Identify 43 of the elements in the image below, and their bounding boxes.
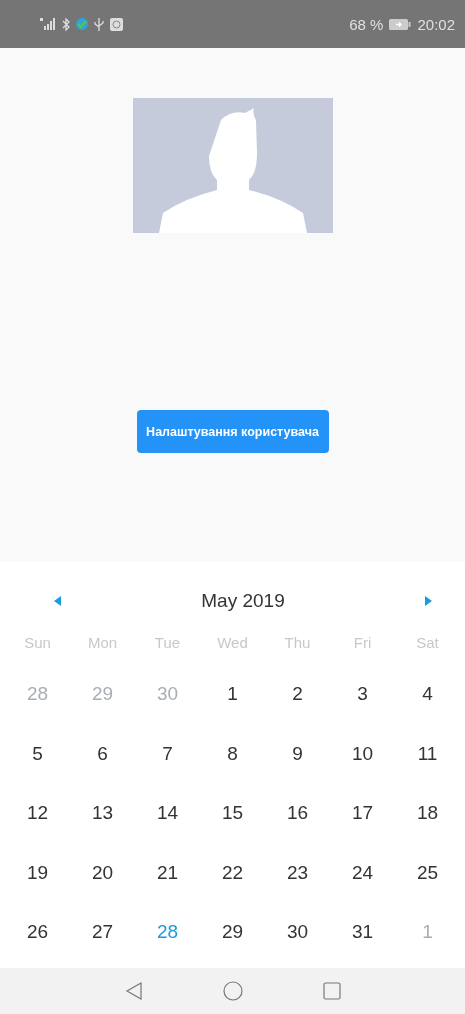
calendar-day[interactable]: 29 xyxy=(200,902,265,962)
calendar-day[interactable]: 3 xyxy=(330,664,395,724)
calendar-day[interactable]: 18 xyxy=(395,783,460,843)
calendar-day[interactable]: 31 xyxy=(330,902,395,962)
calendar-day[interactable]: 19 xyxy=(5,842,70,902)
calendar-day[interactable]: 2 xyxy=(265,664,330,724)
usb-icon xyxy=(94,17,104,31)
calendar-day[interactable]: 16 xyxy=(265,783,330,843)
calendar-day[interactable]: 12 xyxy=(5,783,70,843)
next-month-icon[interactable] xyxy=(425,596,432,606)
calendar-day[interactable]: 20 xyxy=(70,842,135,902)
calendar-day[interactable]: 5 xyxy=(5,723,70,783)
calendar-day[interactable]: 24 xyxy=(330,842,395,902)
calendar-day[interactable]: 14 xyxy=(135,783,200,843)
calendar-day[interactable]: 1 xyxy=(200,664,265,724)
calendar-day[interactable]: 25 xyxy=(395,842,460,902)
calendar-day[interactable]: 23 xyxy=(265,842,330,902)
calendar-day[interactable]: 15 xyxy=(200,783,265,843)
calendar-day[interactable]: 10 xyxy=(330,723,395,783)
home-icon[interactable] xyxy=(222,981,243,1001)
clock: 20:02 xyxy=(417,15,455,33)
bluetooth-icon xyxy=(62,17,70,31)
signal-icon xyxy=(40,18,56,30)
calendar-day[interactable]: 7 xyxy=(135,723,200,783)
battery-percent: 68 % xyxy=(349,15,384,33)
battery-icon xyxy=(389,18,412,30)
calendar-day[interactable]: 4 xyxy=(395,664,460,724)
calendar-day[interactable]: 22 xyxy=(200,842,265,902)
previous-month-icon[interactable] xyxy=(54,596,61,606)
recents-icon[interactable] xyxy=(322,982,341,1000)
avatar-placeholder-icon xyxy=(132,98,333,233)
calendar-day[interactable]: 17 xyxy=(330,783,395,843)
month-title: May 2019 xyxy=(201,590,285,612)
calendar-day[interactable]: 9 xyxy=(265,723,330,783)
back-icon[interactable] xyxy=(124,982,143,1000)
calendar-day[interactable]: 30 xyxy=(265,902,330,962)
calendar-day[interactable]: 26 xyxy=(5,902,70,962)
calendar-day[interactable]: 11 xyxy=(395,723,460,783)
calendar-day[interactable]: 27 xyxy=(70,902,135,962)
calendar-day[interactable]: 6 xyxy=(70,723,135,783)
calendar-day[interactable]: 13 xyxy=(70,783,135,843)
calendar-day[interactable]: 8 xyxy=(200,723,265,783)
calendar-day[interactable]: 21 xyxy=(135,842,200,902)
